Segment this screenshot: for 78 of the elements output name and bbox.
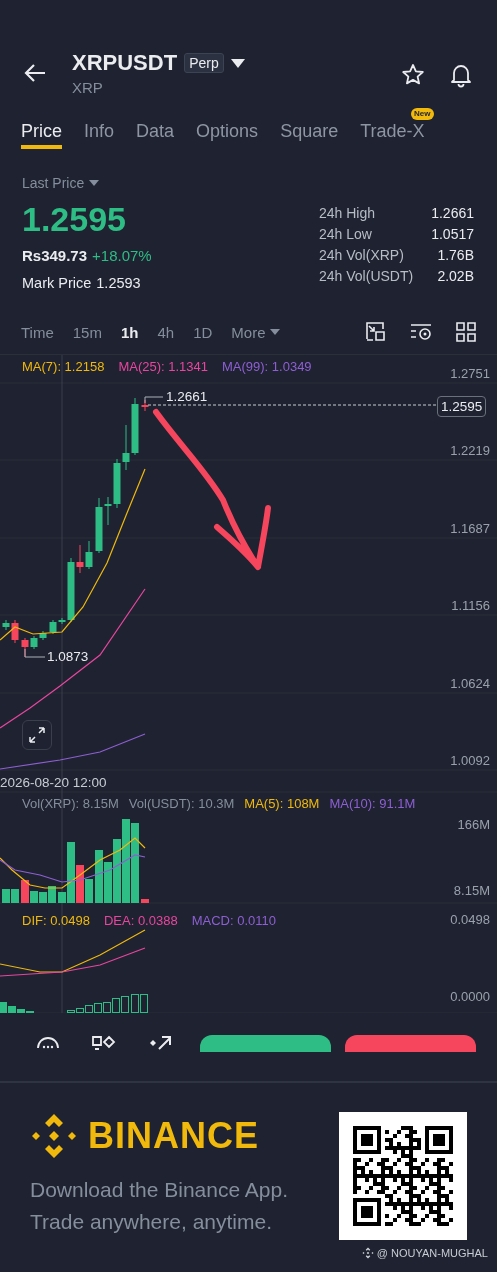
logo-icon [30,1112,78,1160]
leader-line [24,648,46,658]
stat-value: 1.76B [436,247,474,263]
layout-grid-icon[interactable] [456,322,476,342]
contract-badge: Perp [184,53,224,73]
bell-icon[interactable] [449,62,473,88]
tab[interactable]: Data [136,117,175,149]
volume-axis-label: 166M [457,817,490,832]
interval-option[interactable]: 15m [72,323,102,341]
diamond-arrow-icon[interactable] [148,1035,172,1051]
logo-icon [361,1247,374,1259]
price-axis-label: 1.2751 [450,366,490,381]
tab[interactable]: Info [84,117,115,149]
crosshair-time: 2026-08-20 12:00 [0,775,107,790]
more-dropdown[interactable]: More [231,323,280,341]
interval-option[interactable]: 1h [120,323,139,341]
volume-axis-label: 8.15M [453,883,490,898]
fiat-price: Rs349.73 [22,247,88,264]
expand-button[interactable] [22,720,52,750]
promo-text: Download the Binance App. [30,1177,289,1203]
low-price-label: 1.0873 [47,649,89,664]
interval-option[interactable]: 1D [193,323,213,341]
caret-icon[interactable] [230,58,245,68]
chart-type-icon[interactable] [366,322,386,342]
current-price-label: 1.2595 [437,396,487,417]
volume-bar [141,899,149,903]
square-diamond-icon[interactable] [92,1035,116,1051]
caret-icon [269,329,280,335]
ma-legend-text: MA(99): 1.0349 [222,359,312,374]
expand-icon [29,727,45,743]
stat-label: 24h Vol(XRP) [319,247,405,263]
macd-axis-label: 0.0000 [450,989,490,1004]
gauge-icon[interactable] [36,1035,60,1049]
interval-option[interactable]: Time [21,323,54,341]
volume-legend-text: Vol(XRP): 8.15M [22,796,119,811]
tab[interactable]: Price [21,117,62,149]
stat-value: 1.0517 [431,226,474,242]
price-change: +18.07% [92,247,152,264]
volume-legend-text: Vol(USDT): 10.3M [128,796,235,811]
interval-option[interactable]: 4h [157,323,175,341]
ma-legend-text: MA(25): 1.1341 [118,359,208,374]
price-axis-label: 1.2219 [450,443,490,458]
ma-legend-text: MA(7): 1.2158 [22,359,105,374]
back-icon[interactable] [24,64,46,82]
price-type-label: Last Price [22,175,85,191]
promo-text: Trade anywhere, anytime. [30,1209,273,1235]
stat-value: 1.2661 [431,205,474,221]
mark-price-label: Mark Price [22,275,92,291]
brand-name: BINANCE [88,1115,259,1157]
high-price-label: 1.2661 [166,389,208,404]
macd-axis-label: 0.0498 [450,912,490,927]
mark-price-value: 1.2593 [96,275,141,291]
leader-line [144,396,164,404]
trade-button[interactable] [200,1035,331,1052]
indicator-settings-icon[interactable] [410,323,432,341]
star-icon[interactable] [401,63,425,87]
tab[interactable]: Trade-X [360,117,425,149]
macd-legend-text: MACD: 0.0110 [191,913,276,928]
pair-subtitle: XRP [72,79,104,96]
price-axis-label: 1.1687 [450,521,490,536]
volume-legend-text: MA(10): 91.1M [329,796,416,811]
tab[interactable]: Options [196,117,259,149]
trade-button[interactable] [345,1035,476,1052]
stat-label: 24h Vol(USDT) [319,268,414,284]
macd-legend-text: DIF: 0.0498 [22,913,90,928]
new-badge: New [411,108,434,120]
stat-label: 24h Low [319,226,373,242]
stat-label: 24h High [319,205,377,221]
macd-legend-text: DEA: 0.0388 [103,913,178,928]
last-price: 1.2595 [22,199,127,239]
stat-value: 2.02B [436,268,474,284]
tab[interactable]: Square [280,117,339,149]
price-axis-label: 1.0092 [450,753,490,768]
price-axis-label: 1.0624 [450,676,490,691]
volume-legend-text: MA(5): 108M [244,796,320,811]
price-axis-label: 1.1156 [451,598,490,613]
pair-title: XRPUSDT [72,50,178,76]
author-credit: @ NOUYAN-MUGHAL [376,1247,488,1259]
